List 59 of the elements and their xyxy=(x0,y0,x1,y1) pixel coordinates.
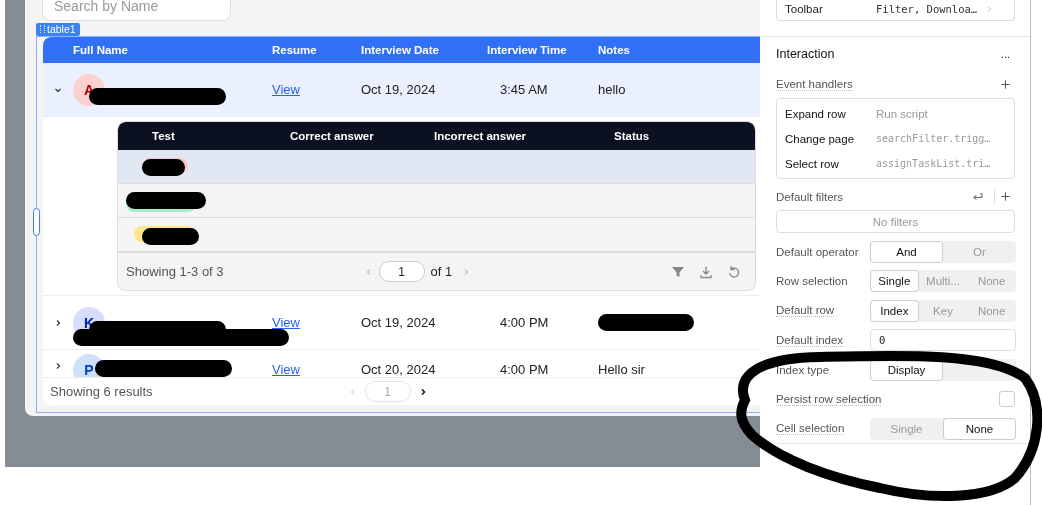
table-cell: Oct 20, 2024 xyxy=(361,362,436,377)
section-title: Interaction xyxy=(776,47,835,61)
add-icon[interactable] xyxy=(1001,80,1010,89)
results-count: Showing 6 results xyxy=(50,384,153,399)
column-header: Correct answer xyxy=(290,130,375,142)
component-label: table1 xyxy=(36,22,80,36)
redaction-mark xyxy=(142,228,199,245)
setting-label: Default filters xyxy=(776,190,844,203)
table-row[interactable] xyxy=(118,150,755,184)
setting-label: Default operator xyxy=(776,245,860,258)
table-cell-text: 3:45 AM xyxy=(499,82,548,97)
column-header: Resume xyxy=(272,44,318,56)
table-cell: hello xyxy=(598,82,626,97)
setting-label: Default index xyxy=(776,333,844,347)
column-header: Interview Time xyxy=(487,44,568,56)
chevron-icon[interactable] xyxy=(54,318,62,327)
event-handler[interactable]: Select row assignTaskList.tri… xyxy=(785,151,1006,176)
column-header: Test xyxy=(152,130,176,142)
setting-label: Event handlers xyxy=(776,78,853,91)
table-cell-text: 4:00 PM xyxy=(499,362,549,377)
resize-handle[interactable] xyxy=(33,208,40,236)
download-icon[interactable] xyxy=(699,264,713,279)
table-cell: Oct 19, 2024 xyxy=(361,315,436,330)
results-count: Showing 1-3 of 3 xyxy=(126,264,224,279)
setting-label: Cell selection xyxy=(776,422,845,436)
column-header: Incorrect answer xyxy=(434,130,528,142)
more-menu[interactable]: ... xyxy=(1000,48,1010,60)
column-header: Notes xyxy=(598,44,631,56)
setting-value[interactable]: Filter, Downloa… xyxy=(876,3,978,15)
add-icon[interactable] xyxy=(1001,192,1010,201)
search-field[interactable]: Search by Name xyxy=(42,0,231,21)
filter-icon[interactable] xyxy=(671,264,685,279)
column-header: Interview Date xyxy=(361,44,440,56)
segment-option[interactable]: None xyxy=(943,417,1016,440)
view-link[interactable]: View xyxy=(272,315,300,330)
checkbox[interactable] xyxy=(999,391,1015,408)
segment-option[interactable]: Single xyxy=(870,270,919,293)
input-field[interactable]: 0 xyxy=(870,329,1016,352)
return-icon[interactable] xyxy=(972,192,983,201)
page-field[interactable]: 1 xyxy=(378,261,425,282)
reset-icon[interactable] xyxy=(727,264,741,279)
segment-option[interactable]: Index xyxy=(870,299,919,322)
setting-label: Default row xyxy=(776,304,835,318)
table-cell: Oct 19, 2024 xyxy=(361,82,436,97)
column-header: Status xyxy=(614,130,651,142)
segment-option[interactable]: And xyxy=(870,240,943,263)
column-header: Full Name xyxy=(73,44,129,56)
table-cell: Hello sir xyxy=(598,362,645,377)
setting-label: Row selection xyxy=(776,275,849,288)
chevron-icon[interactable] xyxy=(54,362,62,370)
setting-label: Index type xyxy=(776,363,831,376)
setting-label: Toolbar xyxy=(785,3,824,15)
view-link[interactable]: View xyxy=(272,82,300,97)
event-handler[interactable]: Change page searchFilter.trigg… xyxy=(785,126,1006,151)
table-cell-text: 4:00 PM xyxy=(499,315,549,330)
view-link[interactable]: View xyxy=(272,362,300,377)
page-total: of 1 xyxy=(430,264,453,279)
event-handler[interactable]: Expand row Run script xyxy=(785,101,1006,126)
setting-label: Persist row selection xyxy=(776,392,882,406)
